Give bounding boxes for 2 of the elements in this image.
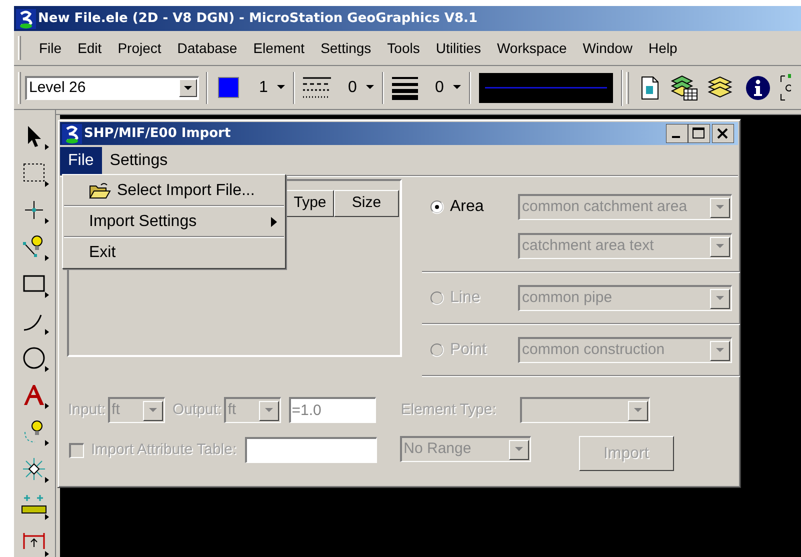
window-title: New File.ele (2D - V8 DGN) - MicroStation GeoGraphics V8.1: [38, 10, 478, 28]
dialog-title: SHP/MIF/E00 Import: [84, 124, 232, 143]
